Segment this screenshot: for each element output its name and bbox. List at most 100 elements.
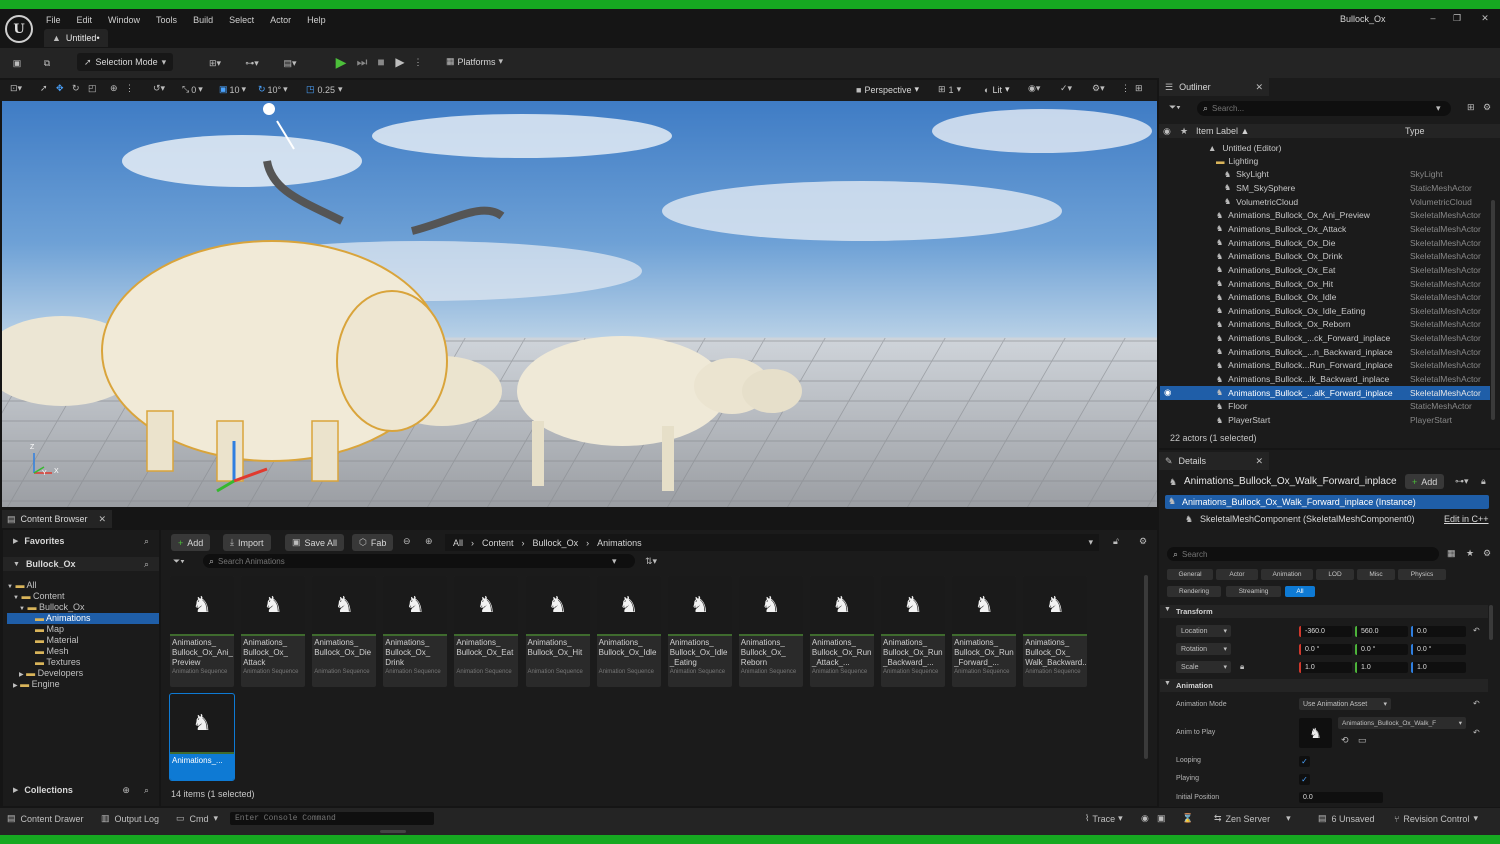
filter-lod[interactable]: LOD: [1316, 569, 1354, 580]
menu-help[interactable]: Help: [299, 15, 334, 25]
settings-icon[interactable]: ⚙▾: [1092, 83, 1105, 94]
drawer-handle[interactable]: [380, 830, 406, 833]
visibility-icon[interactable]: ◉: [1164, 387, 1171, 398]
search-icon[interactable]: ⌕: [144, 536, 149, 547]
outliner-row[interactable]: ◉ ♞ Animations_Bullock_...alk_Forward_inpl…: [1160, 385, 1490, 400]
rotation-snap[interactable]: ↻ 10° ▾: [258, 84, 288, 95]
tree-item-engine[interactable]: ▶ ▬ Engine: [7, 679, 159, 690]
selection-mode-dropdown[interactable]: ➚ Selection Mode ▾: [77, 53, 174, 71]
animation-section-header[interactable]: ▼ Animation: [1160, 679, 1488, 692]
play-icon[interactable]: ▶: [333, 54, 349, 70]
asset-search[interactable]: ⌕ ▾: [203, 554, 635, 568]
outliner-row[interactable]: ♞ Animations_Bullock_Ox_Idle SkeletalMeshA…: [1160, 290, 1490, 304]
favorite-icon[interactable]: ★: [1466, 548, 1474, 559]
scale-dropdown[interactable]: Scale ▾: [1176, 661, 1231, 673]
table-view-icon[interactable]: ▦: [1447, 548, 1456, 559]
forward-icon[interactable]: ⊕: [425, 536, 433, 547]
filter-general[interactable]: General: [1167, 569, 1213, 580]
settings-icon[interactable]: ⚙: [1483, 548, 1491, 559]
tree-item-textures[interactable]: ▬ Textures: [7, 657, 159, 668]
show-flags-icon[interactable]: ◉▾: [1028, 83, 1040, 94]
asset-tile[interactable]: ♞ Animations_ Bullock_Ox_Idle Animation Se…: [596, 576, 661, 687]
search-icon[interactable]: ⌕: [144, 785, 149, 796]
settings-icon[interactable]: ⚙: [1483, 102, 1491, 113]
add-button[interactable]: + Add: [171, 534, 211, 551]
camera-speed[interactable]: ⊞ 1 ▾: [938, 84, 961, 95]
outliner-folder-row[interactable]: ▬ Lighting: [1160, 154, 1490, 168]
options-icon[interactable]: ⋮: [125, 83, 134, 94]
path-animations[interactable]: Animations: [597, 538, 642, 548]
screenshot-icon[interactable]: ▣: [1157, 813, 1166, 824]
asset-tile[interactable]: ♞ Animations_ Bullock_Ox_Run _Backward_..…: [881, 576, 945, 687]
outliner-row[interactable]: ♞ Animations_Bullock...lk_Backward_inplac…: [1160, 372, 1490, 386]
add-actor-icon[interactable]: ⊞▾: [203, 56, 227, 70]
menu-actor[interactable]: Actor: [262, 15, 299, 25]
tree-item-mesh[interactable]: ▬ Mesh: [7, 646, 159, 657]
outliner-row[interactable]: ♞ Animations_Bullock...Run_Forward_inplac…: [1160, 359, 1490, 373]
rotate-tool-icon[interactable]: ↻: [72, 83, 80, 94]
outliner-row[interactable]: ♞ Animations_Bullock_Ox_Hit SkeletalMeshAc…: [1160, 277, 1490, 291]
blueprint-icon[interactable]: ⊶▾: [240, 56, 264, 70]
select-tool-icon[interactable]: ➚: [40, 83, 48, 94]
collections-section[interactable]: ▶ Collections ⊕ ⌕: [3, 783, 159, 797]
outliner-world-row[interactable]: ▲ Untitled (Editor): [1160, 141, 1490, 155]
outliner-row[interactable]: ♞ Animations_Bullock_Ox_Eat SkeletalMeshAc…: [1160, 263, 1490, 277]
location-y[interactable]: 560.0: [1355, 626, 1408, 637]
close-icon[interactable]: ✕: [98, 514, 106, 525]
details-search[interactable]: ⌕: [1167, 547, 1439, 561]
record-icon[interactable]: ◉: [1141, 813, 1149, 824]
asset-search-input[interactable]: [218, 556, 609, 566]
cmd-dropdown[interactable]: ▭ Cmd ▾: [176, 813, 218, 824]
content-drawer-button[interactable]: ▤ Content Drawer: [7, 813, 84, 824]
details-scrollbar[interactable]: [1489, 605, 1493, 640]
outliner-row[interactable]: ♞ SkyLight SkyLight: [1160, 168, 1490, 182]
asset-scrollbar[interactable]: [1144, 575, 1148, 759]
project-section[interactable]: ▼ Bullock_Ox ⌕: [3, 557, 159, 571]
col-item-label[interactable]: Item Label ▲: [1196, 126, 1249, 136]
view-mode-dropdown[interactable]: ◐ Lit ▾: [984, 84, 1009, 95]
level-viewport[interactable]: Z X Y: [2, 101, 1157, 507]
asset-tile[interactable]: ♞ Animations_ Bullock_Ox_Idle _Eating Anim…: [667, 576, 732, 687]
perspective-dropdown[interactable]: ■ Perspective ▾: [856, 84, 919, 95]
scale-tool-icon[interactable]: ◰: [88, 83, 97, 94]
sort-icon[interactable]: ⇅▾: [645, 556, 657, 567]
eject-icon[interactable]: ▶: [392, 54, 408, 70]
outliner-row[interactable]: ♞ Animations_Bullock_Ox_Die SkeletalMeshAc…: [1160, 236, 1490, 250]
filter-actor[interactable]: Actor: [1216, 569, 1258, 580]
lock-icon[interactable]: 🔒︎: [1240, 662, 1244, 672]
menu-build[interactable]: Build: [185, 15, 221, 25]
tree-item-content[interactable]: ▼ ▬ Content: [7, 591, 159, 602]
scale-z[interactable]: 1.0: [1411, 662, 1466, 673]
menu-select[interactable]: Select: [221, 15, 262, 25]
asset-tile[interactable]: ♞ Animations_ Bullock_Ox_Hit Animation Seq…: [525, 576, 590, 687]
scale-x[interactable]: 1.0: [1299, 662, 1352, 673]
close-icon[interactable]: ✕: [1255, 456, 1263, 467]
details-tab[interactable]: ✎ Details ✕: [1159, 452, 1269, 470]
tree-item-developers[interactable]: ▶ ▬ Developers: [7, 668, 159, 679]
browse-icon[interactable]: ⟲: [1341, 735, 1349, 746]
asset-tile[interactable]: ♞ Animations_ Bullock_Ox_Run _Forward_...…: [952, 576, 1017, 687]
instance-row[interactable]: ♞ Animations_Bullock_Ox_Walk_Forward_inp…: [1165, 495, 1489, 509]
initial-position-field[interactable]: 0.0: [1299, 792, 1383, 803]
path-bullock-ox[interactable]: Bullock_Ox: [533, 538, 579, 548]
tree-item-animations[interactable]: ▬ Animations: [7, 613, 159, 624]
add-component-button[interactable]: + Add: [1405, 474, 1445, 489]
asset-tile[interactable]: ♞ Animations_ Bullock_Ox_Run _Attack_... A…: [809, 576, 874, 687]
asset-tile[interactable]: ♞ Animations_ Bullock_Ox_Ani_ Preview Anim…: [170, 576, 234, 687]
reset-icon[interactable]: ↶: [1473, 728, 1480, 737]
rotation-y[interactable]: 0.0 °: [1355, 644, 1408, 655]
menu-edit[interactable]: Edit: [69, 15, 101, 25]
maximize-icon[interactable]: ❐: [1450, 11, 1464, 25]
surface-snap-icon[interactable]: ↺▾: [153, 83, 165, 94]
outliner-row[interactable]: ♞ Animations_Bullock_Ox_Reborn SkeletalMes…: [1160, 318, 1490, 332]
outliner-row[interactable]: ♞ Animations_Bullock_...n_Backward_inplac…: [1160, 345, 1490, 359]
outliner-row[interactable]: ♞ Animations_Bullock_...ck_Forward_inplac…: [1160, 331, 1490, 345]
add-folder-icon[interactable]: ⊞: [1467, 102, 1475, 113]
outliner-row[interactable]: ♞ Animations_Bullock_Ox_Idle_Eating Skelet…: [1160, 304, 1490, 318]
save-icon[interactable]: ▣: [10, 56, 24, 70]
tree-item-map[interactable]: ▬ Map: [7, 624, 159, 635]
rotation-z[interactable]: 0.0 °: [1411, 644, 1466, 655]
outliner-row[interactable]: ♞ SM_SkySphere StaticMeshActor: [1160, 181, 1490, 195]
platforms-dropdown[interactable]: ▦ Platforms ▾: [446, 56, 503, 67]
search-icon[interactable]: ⌕: [144, 559, 149, 570]
